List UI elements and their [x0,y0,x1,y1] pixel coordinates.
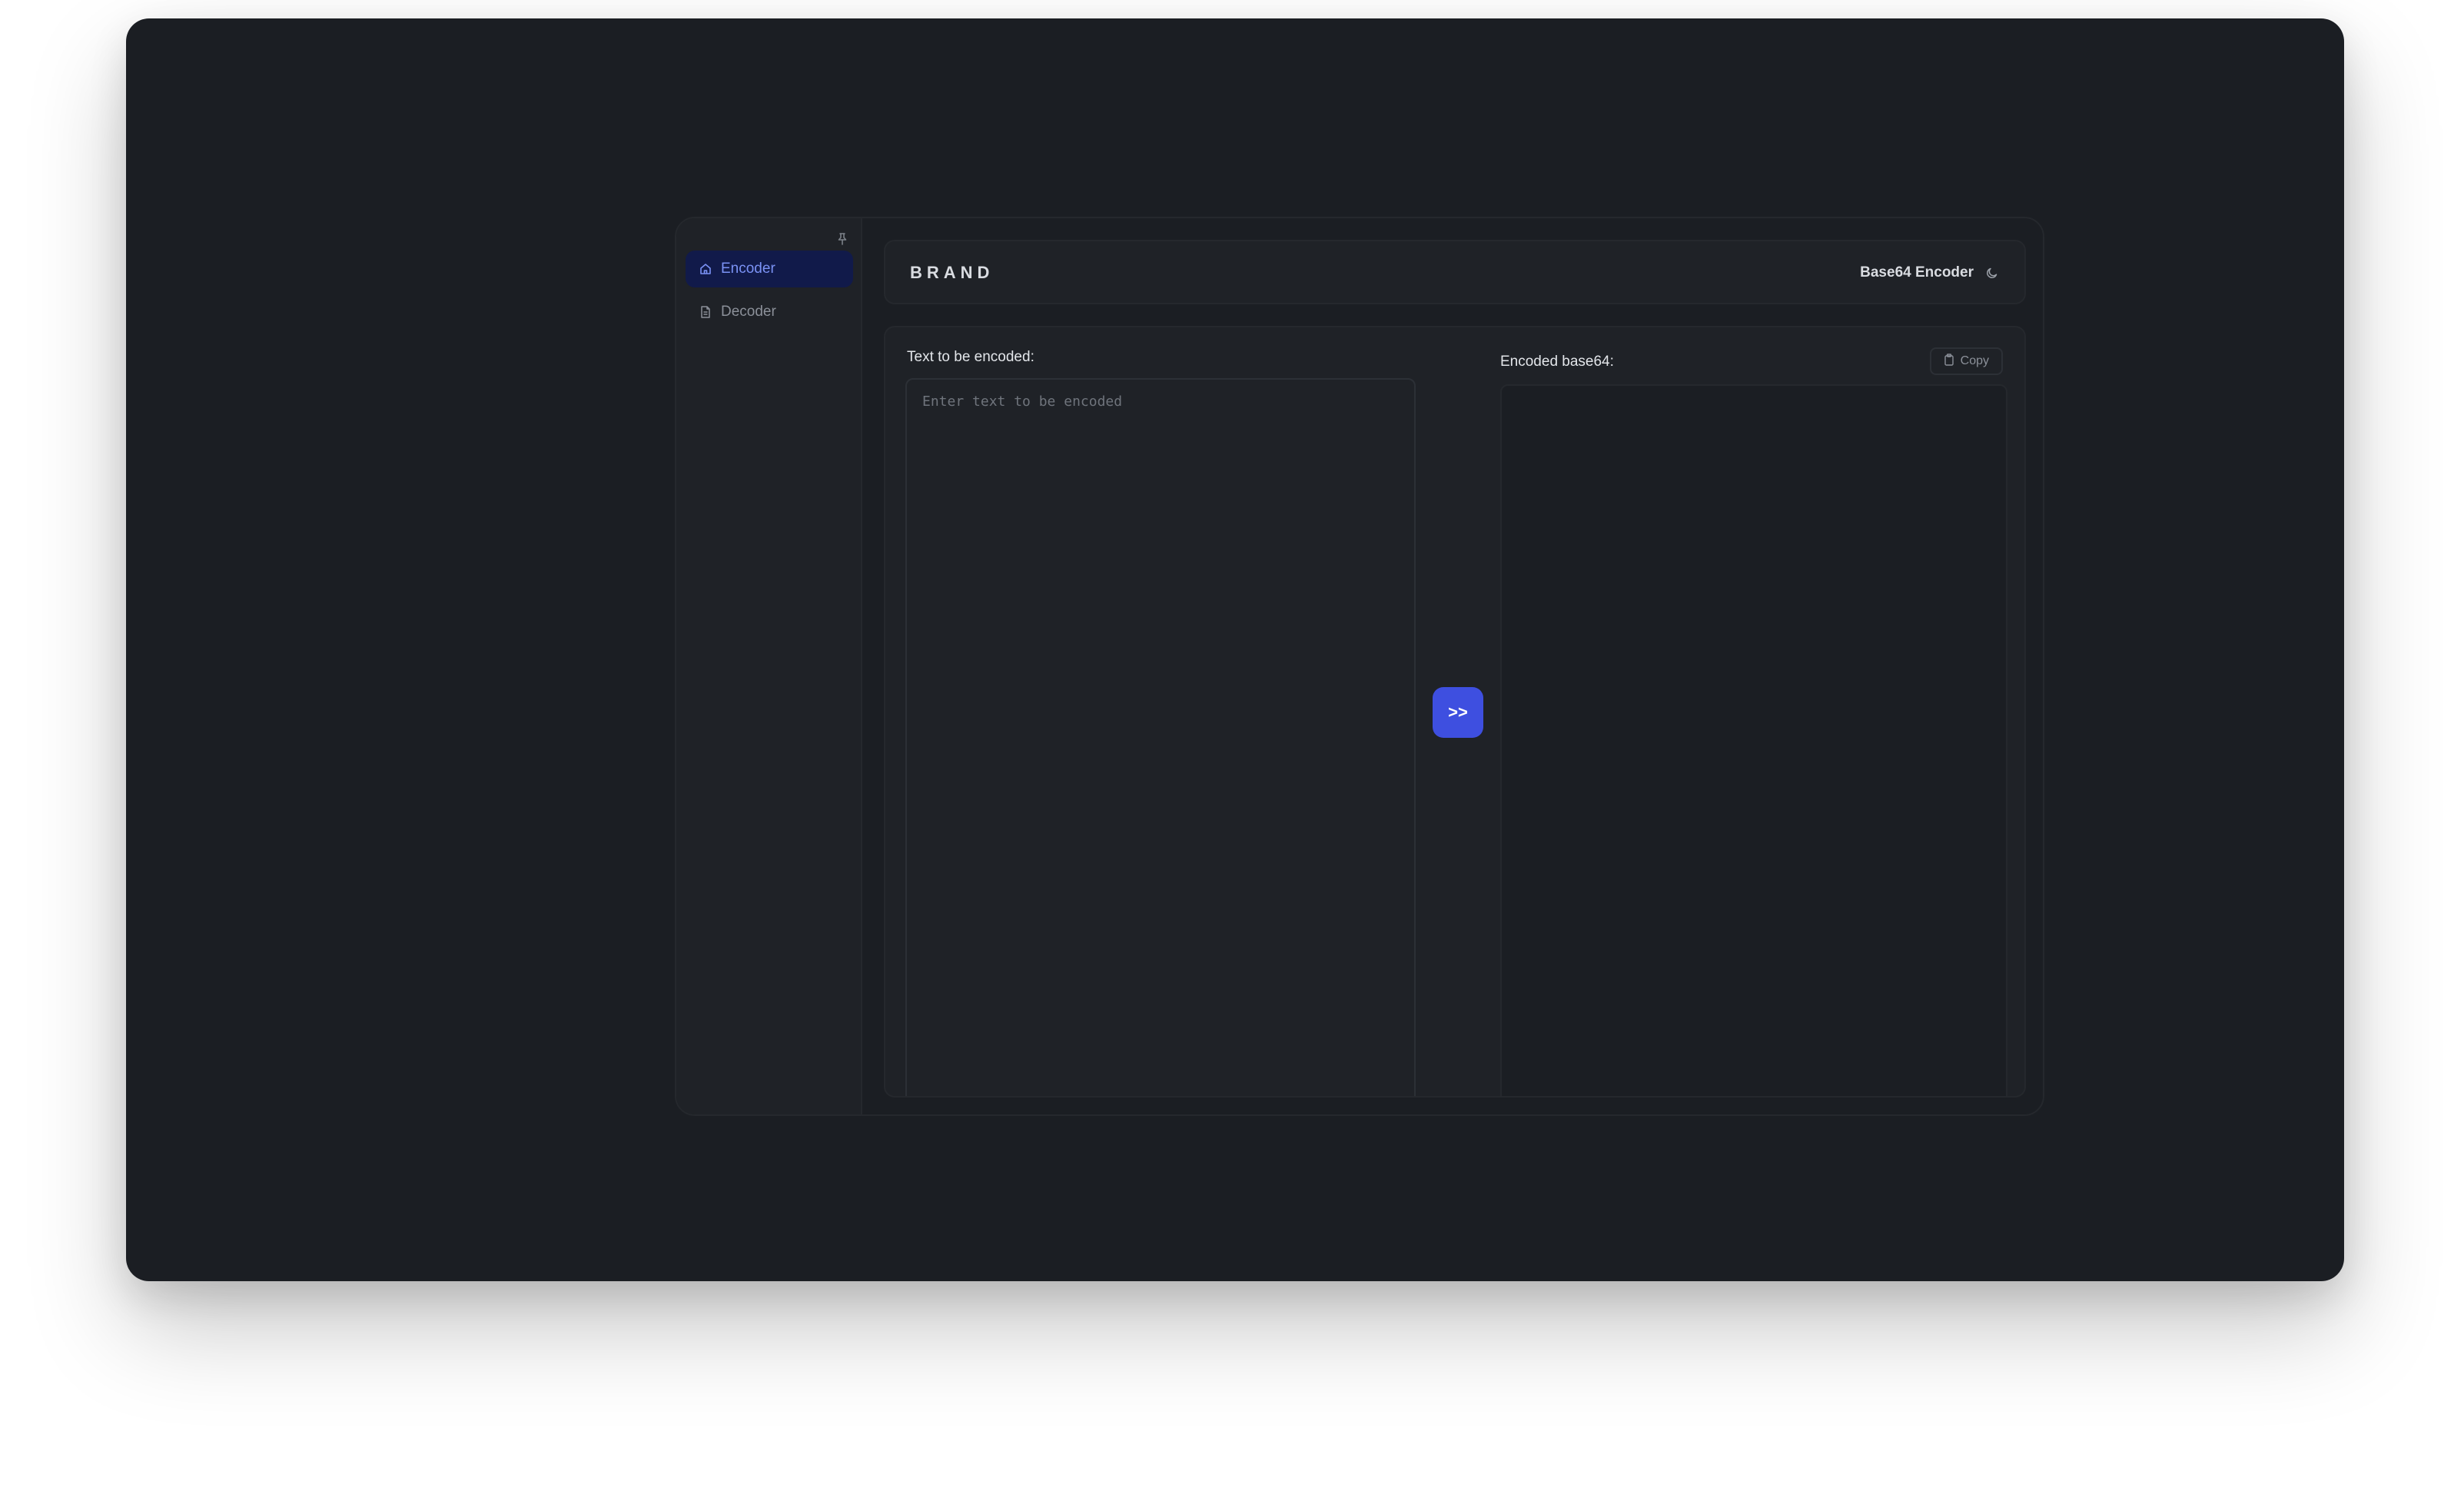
app-container: Encoder Decoder BRAND Base64 Encoder Tex… [675,217,2044,1116]
sidebar-item-label: Decoder [721,304,776,320]
sidebar-item-label: Encoder [721,261,775,277]
page-title: Base64 Encoder [1860,264,1974,281]
encoded-output[interactable] [1500,384,2007,1096]
sidebar: Encoder Decoder [676,218,862,1114]
file-icon [698,304,713,320]
output-label: Encoded base64: [1500,354,1614,370]
app-window: Encoder Decoder BRAND Base64 Encoder Tex… [126,18,2344,1281]
header-bar: BRAND Base64 Encoder [884,240,2026,304]
encoder-panel: Text to be encoded: >> Encoded base64: C… [884,326,2026,1098]
pin-icon[interactable] [833,229,852,249]
home-icon [698,261,713,277]
input-label: Text to be encoded: [907,349,1034,365]
copy-button[interactable]: Copy [1929,347,2003,375]
encode-button[interactable]: >> [1433,687,1483,738]
header-right: Base64 Encoder [1860,261,2001,284]
clipboard-icon [1944,353,1954,370]
text-input[interactable] [905,378,1416,1096]
brand-logo[interactable]: BRAND [910,263,994,283]
moon-icon[interactable] [1983,264,2001,282]
sidebar-item-decoder[interactable]: Decoder [686,294,853,330]
copy-button-label: Copy [1960,354,1989,367]
sidebar-item-encoder[interactable]: Encoder [686,251,853,287]
